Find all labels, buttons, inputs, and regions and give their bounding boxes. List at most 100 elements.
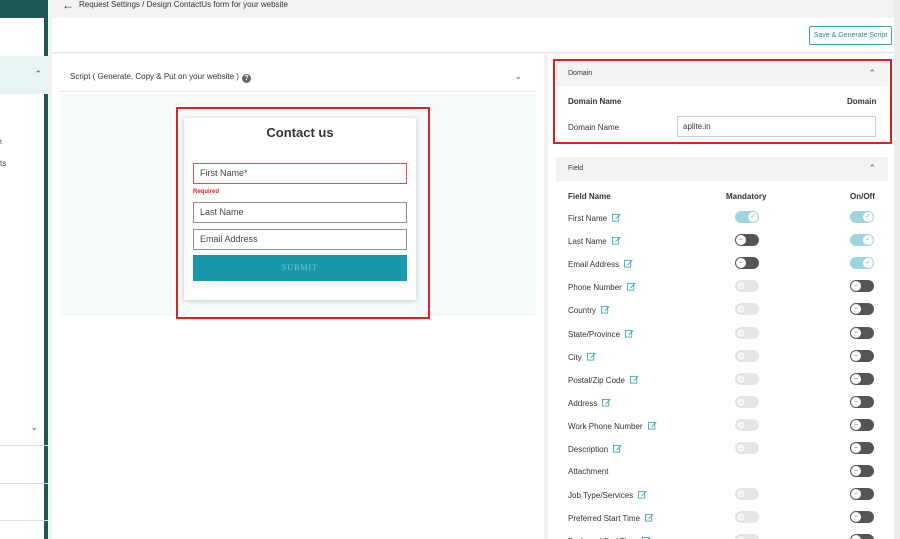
field-section-title: Field (568, 165, 584, 172)
edit-icon[interactable] (602, 398, 611, 409)
field-name-text: First Name (568, 214, 608, 223)
field-row: Postal/Zip Code – – (568, 372, 878, 389)
divider (0, 483, 48, 484)
mandatory-toggle[interactable]: – (735, 534, 759, 539)
settings-panel: Domain ⌃ Domain Name Domain Domain Name … (548, 54, 900, 539)
mandatory-toggle[interactable]: – (735, 395, 759, 408)
minus-icon: – (736, 535, 746, 539)
field-row: State/Province – – (568, 326, 878, 343)
edit-icon[interactable] (638, 490, 647, 501)
onoff-toggle[interactable]: – (850, 303, 874, 316)
onoff-toggle[interactable]: – (850, 418, 874, 431)
edit-icon[interactable] (647, 421, 657, 432)
scrollbar[interactable] (894, 0, 900, 539)
minus-icon: – (736, 419, 746, 430)
edit-icon[interactable] (624, 259, 633, 270)
chevron-down-icon[interactable]: ⌄ (514, 71, 522, 82)
field-row: Attachment – (568, 465, 878, 481)
minus-icon: – (851, 466, 861, 477)
mandatory-toggle[interactable]: – (735, 234, 759, 247)
field-name-text: Description (568, 445, 609, 454)
field-name: Attachment (568, 467, 608, 476)
field-name-text: Postal/Zip Code (568, 375, 625, 385)
back-arrow-icon[interactable]: ← (62, 0, 74, 11)
help-icon[interactable]: ? (241, 74, 251, 83)
field-row: Job Type/Services – – (568, 488, 878, 504)
field-name-text: Attachment (568, 467, 609, 477)
onoff-toggle[interactable]: – (850, 442, 874, 454)
edit-icon[interactable] (625, 329, 634, 340)
last-name-input[interactable]: Last Name (193, 202, 407, 223)
onoff-toggle[interactable]: ✓ (850, 211, 874, 223)
contact-form-card: Contact us First Name* Required Last Nam… (184, 118, 416, 300)
onoff-toggle[interactable]: – (850, 511, 874, 524)
field-name: City (568, 352, 596, 363)
edit-icon[interactable] (629, 375, 639, 386)
onoff-toggle[interactable]: – (850, 326, 874, 339)
onoff-toggle[interactable]: – (850, 349, 874, 362)
toolbar: Save & Generate Script (52, 18, 900, 53)
edit-icon[interactable] (612, 213, 621, 224)
check-icon: ✓ (748, 212, 758, 222)
minus-icon: – (851, 327, 861, 338)
check-icon: ✓ (863, 258, 873, 269)
minus-icon: – (851, 489, 861, 500)
minus-icon: – (851, 281, 861, 292)
onoff-toggle[interactable]: – (850, 280, 874, 293)
mandatory-toggle[interactable]: – (735, 326, 759, 339)
mandatory-toggle[interactable]: – (735, 511, 759, 524)
mandatory-toggle[interactable]: – (735, 280, 759, 293)
field-name: Phone Number (568, 282, 636, 293)
sidebar: ⌃ t ts ⌄ (0, 0, 48, 539)
onoff-toggle[interactable]: – (850, 372, 874, 385)
script-accordion[interactable]: Script ( Generate, Copy & Put on your we… (60, 66, 536, 92)
email-input[interactable]: Email Address (193, 229, 407, 250)
onoff-toggle[interactable]: – (850, 465, 874, 478)
sidebar-item-active[interactable]: ⌃ (0, 56, 48, 94)
mandatory-toggle[interactable]: – (735, 303, 759, 316)
field-name-text: Job Type/Services (568, 491, 634, 501)
onoff-toggle[interactable]: ✓ (850, 234, 874, 247)
mandatory-toggle[interactable]: – (735, 257, 759, 270)
field-row: Country – – (568, 303, 878, 319)
mandatory-toggle[interactable]: – (735, 372, 759, 385)
field-name: First Name (568, 213, 621, 224)
edit-icon[interactable] (611, 236, 621, 247)
header-bar: ← Request Settings / Design ContactUs fo… (52, 0, 900, 18)
field-row: Preferred Start Time – – (568, 511, 878, 527)
minus-icon: – (736, 489, 746, 500)
chevron-up-icon[interactable]: ⌃ (868, 163, 876, 174)
onoff-toggle[interactable]: – (850, 534, 874, 539)
minus-icon: – (736, 258, 746, 269)
edit-icon[interactable] (586, 352, 596, 363)
divider (0, 520, 48, 521)
edit-icon[interactable] (645, 513, 654, 524)
field-row: Work Phone Number – – (568, 418, 878, 435)
mandatory-toggle[interactable]: – (735, 349, 759, 362)
chevron-down-icon[interactable]: ⌄ (30, 422, 38, 433)
edit-icon[interactable] (626, 282, 636, 293)
save-generate-script-button[interactable]: Save & Generate Script (809, 26, 892, 45)
onoff-toggle[interactable]: – (850, 395, 874, 408)
field-name: State/Province (568, 329, 634, 340)
field-accordion[interactable]: Field ⌃ (556, 157, 888, 181)
edit-icon[interactable] (613, 444, 622, 455)
divider (0, 445, 48, 446)
minus-icon: – (736, 512, 746, 523)
minus-icon: – (736, 235, 746, 246)
minus-icon: – (736, 396, 746, 407)
edit-icon[interactable] (601, 305, 610, 316)
field-name-header: Field Name (568, 192, 611, 201)
minus-icon: – (736, 304, 746, 315)
submit-button[interactable]: SUBMIT (193, 255, 407, 281)
onoff-toggle[interactable]: ✓ (850, 257, 874, 270)
mandatory-toggle[interactable]: ✓ (735, 211, 759, 223)
first-name-input[interactable]: First Name* (193, 163, 407, 184)
onoff-header: On/Off (850, 192, 875, 201)
mandatory-toggle[interactable]: – (735, 488, 759, 501)
chevron-up-icon[interactable]: ⌃ (34, 69, 42, 80)
onoff-toggle[interactable]: – (850, 488, 874, 501)
mandatory-toggle[interactable]: – (735, 418, 759, 431)
mandatory-toggle[interactable]: – (735, 442, 759, 454)
field-name-text: Preferred Start Time (568, 514, 641, 524)
